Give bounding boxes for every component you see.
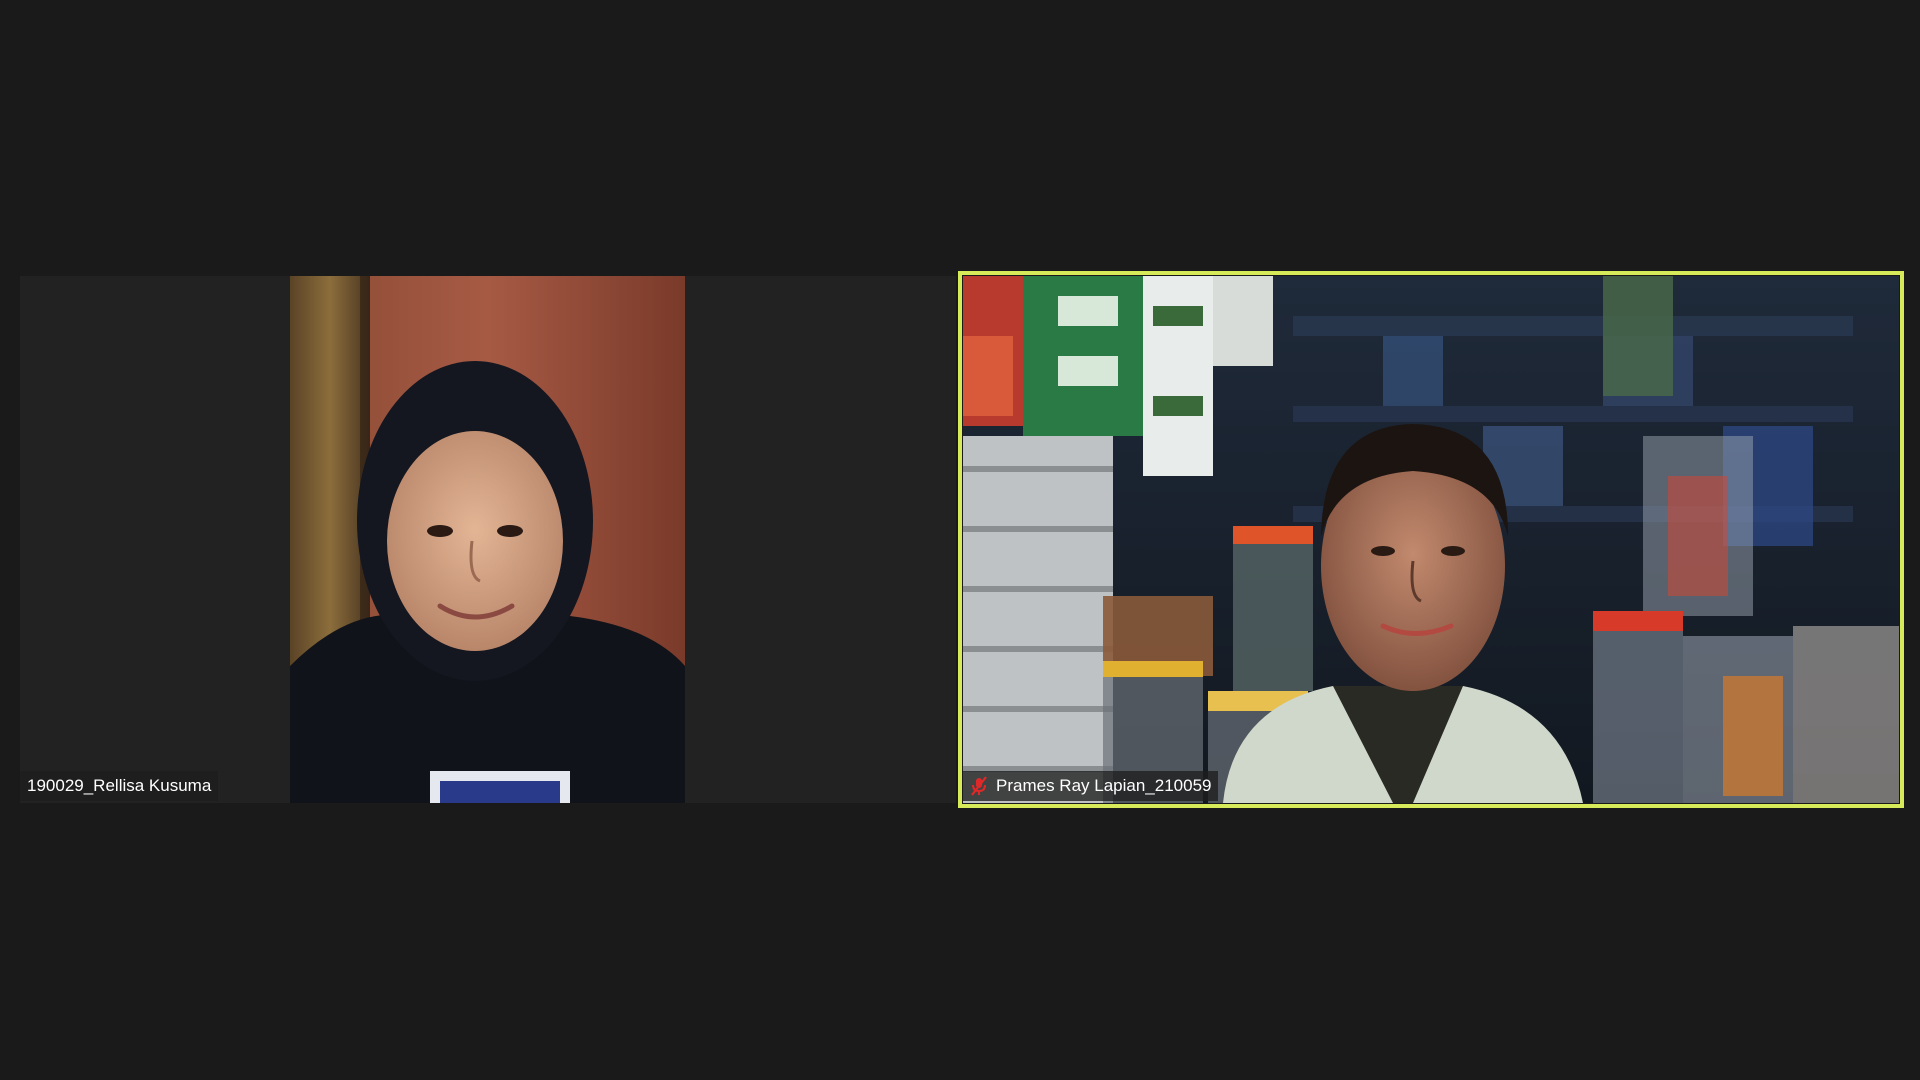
participant-name: 190029_Rellisa Kusuma	[27, 776, 212, 795]
mic-muted-icon	[971, 776, 987, 796]
participant-name-label: 190029_Rellisa Kusuma	[20, 771, 219, 801]
video-feed	[963, 276, 1899, 803]
participant-name: Prames Ray Lapian_210059	[996, 776, 1212, 795]
video-frame	[963, 276, 1899, 803]
participant-tile-rellisa[interactable]: 190029_Rellisa Kusuma	[20, 276, 956, 803]
video-feed	[290, 276, 685, 803]
gallery-view: 190029_Rellisa Kusuma Prames Ray Lapian_…	[0, 0, 1920, 1080]
participant-tile-prames[interactable]: Prames Ray Lapian_210059	[963, 276, 1899, 803]
video-frame	[290, 276, 685, 803]
participant-name-label: Prames Ray Lapian_210059	[963, 771, 1219, 801]
